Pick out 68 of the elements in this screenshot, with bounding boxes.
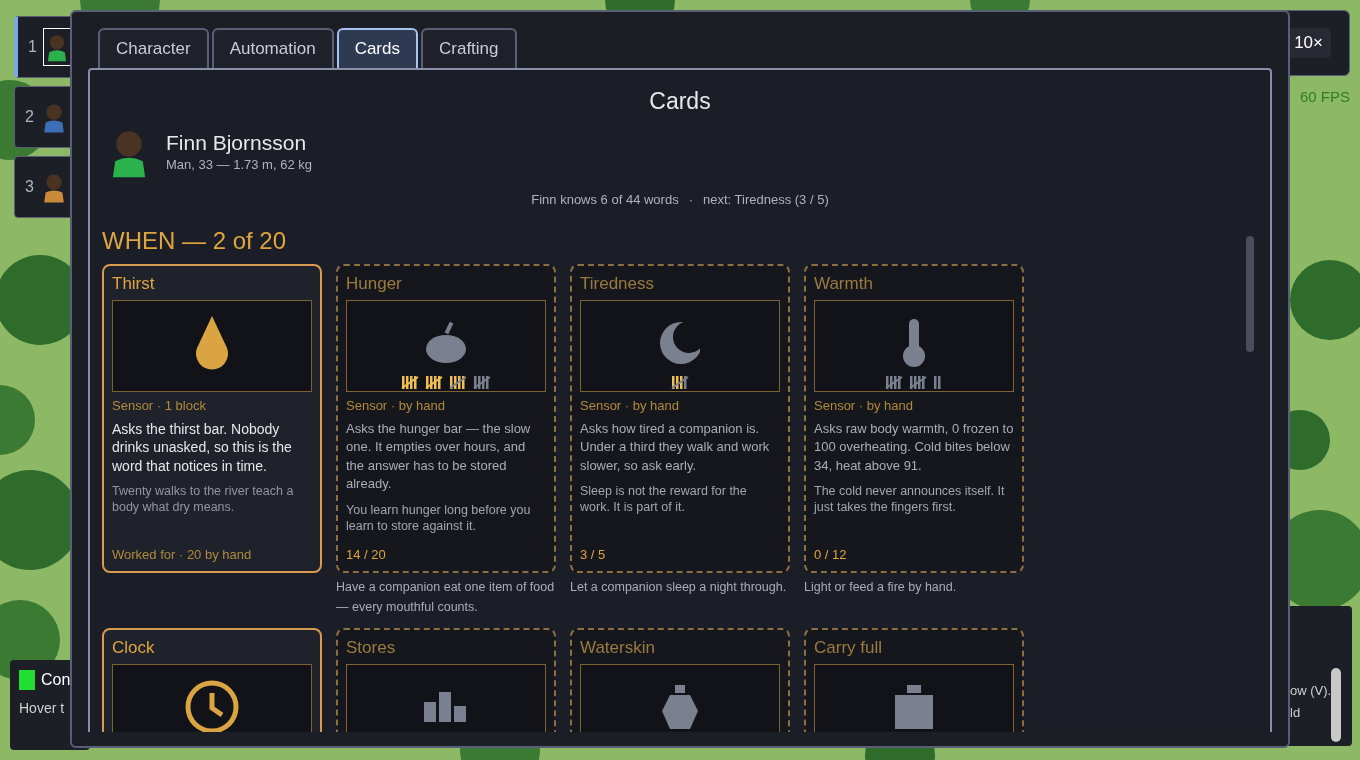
tab[interactable]: Character: [98, 28, 209, 68]
card-footer: 0 / 12: [814, 546, 1014, 563]
tally-marks-icon: [884, 374, 944, 389]
scrollbar-thumb[interactable]: [1331, 668, 1341, 742]
party-number: 3: [25, 177, 34, 197]
word-card[interactable]: Clock: [102, 627, 322, 732]
pumpkin-icon: [425, 321, 467, 364]
drop-icon: [193, 315, 231, 370]
card-title: Tiredness: [580, 273, 655, 294]
card-footer: 3 / 5: [580, 546, 780, 563]
card-title: Clock: [112, 637, 156, 658]
tab[interactable]: Cards: [336, 28, 418, 68]
card-footer: Worked for · 20 by hand: [112, 546, 312, 563]
section-heading: WHEN — 2 of 20: [101, 225, 288, 256]
word-card[interactable]: Waterskin: [570, 627, 790, 732]
word-card[interactable]: Hunger Sensor · by hand Asks the hunger bar — the slow one. It empties over hours, and the answer has to be stored already. You learn hunger long before you learn to store against it. 14 / 20: [336, 263, 556, 573]
word-card[interactable]: Tiredness Sensor · by hand Asks how tired a companion is. Under a third they walk and work slower, so ask early. Sleep is not the reward for the work. It is part of it. 3 / 5: [570, 263, 790, 573]
jar-icon: [895, 684, 933, 729]
panel-title: Cards: [648, 87, 712, 116]
word-card[interactable]: Stores: [336, 627, 556, 732]
card-flavor-text: Sleep is not the reward for the work. It is part of it.: [580, 483, 748, 515]
party-number: 1: [28, 37, 37, 57]
tab[interactable]: Automation: [211, 28, 334, 68]
bar-chart-icon: [424, 691, 468, 722]
card-flavor-text: The cold never announces itself. It just takes the fingers first.: [814, 483, 1006, 515]
card-description: Asks the hunger bar — the slow one. It empties over hours, and the answer has to be stored already.: [346, 419, 532, 493]
card-caption: Have a companion eat one item of food — every mouthful counts.: [336, 578, 556, 616]
card-flavor-text: You learn hunger long before you learn to store against it.: [346, 501, 532, 534]
card-flavor-text: Twenty walks to the river teach a body what dry means.: [112, 483, 295, 515]
party-number: 2: [25, 107, 34, 127]
card-meta: Sensor · by hand: [580, 397, 680, 414]
card-title: Hunger: [346, 273, 403, 294]
tally-marks-icon: [400, 374, 492, 389]
card-description: Asks how tired a companion is. Under a third they walk and work slower, so ask early.: [580, 419, 771, 475]
card-title: Waterskin: [580, 637, 656, 658]
flask-icon: [662, 684, 698, 729]
person-name: Finn Bjornsson: [166, 130, 308, 156]
card-caption: Let a companion sleep a night through.: [570, 578, 788, 596]
scrollbar-thumb[interactable]: [1246, 236, 1254, 352]
hint-text: ow (V).: [1290, 682, 1333, 700]
next-note: next: Tiredness (3 / 5): [703, 191, 829, 209]
clock-icon: [184, 678, 240, 732]
card-title: Carry full: [814, 637, 883, 658]
status-swatch: [19, 670, 35, 690]
info-text: Hover t: [19, 699, 66, 718]
card-description: Asks the thirst bar. Nobody drinks unasked, so this is the word that notices in time.: [112, 419, 293, 475]
tally-marks-icon: [670, 374, 690, 389]
thermometer-icon: [902, 318, 926, 367]
card-title: Thirst: [112, 273, 156, 294]
card-meta: Sensor · by hand: [346, 397, 446, 414]
card-meta: Sensor · 1 block: [112, 397, 207, 414]
word-card[interactable]: Warmth Sensor · by hand Asks raw body warmth, 0 frozen to 100 overheating. Cold bites below 34, heat above 91. The cold never announces itself. It just takes the fingers first. 0 / 12: [804, 263, 1024, 573]
card-description: Asks raw body warmth, 0 frozen to 100 overheating. Cold bites below 34, heat above 91.: [814, 419, 1014, 475]
card-meta: Sensor · by hand: [814, 397, 914, 414]
card-footer: 14 / 20: [346, 546, 546, 563]
hint-text: ld: [1290, 704, 1302, 722]
card-title: Stores: [346, 637, 397, 658]
word-card[interactable]: Carry full: [804, 627, 1024, 732]
tab[interactable]: Crafting: [421, 28, 517, 68]
moon-icon: [660, 321, 700, 364]
info-title: Con: [41, 670, 71, 690]
card-title: Warmth: [814, 273, 874, 294]
separator-dot: ·: [688, 191, 693, 209]
fps-counter: 60 FPS: [1299, 87, 1350, 107]
word-card[interactable]: Thirst Sensor · 1 block Asks the thirst bar. Nobody drinks unasked, so this is the word that notices in time. Twenty walks to the river teach a body what dry means. Worked for · 20 by hand: [102, 263, 322, 573]
progress-note: Finn knows 6 of 44 words: [531, 191, 679, 209]
card-caption: Light or feed a fire by hand.: [804, 578, 958, 596]
person-details: Man, 33 — 1.73 m, 62 kg: [166, 156, 312, 174]
